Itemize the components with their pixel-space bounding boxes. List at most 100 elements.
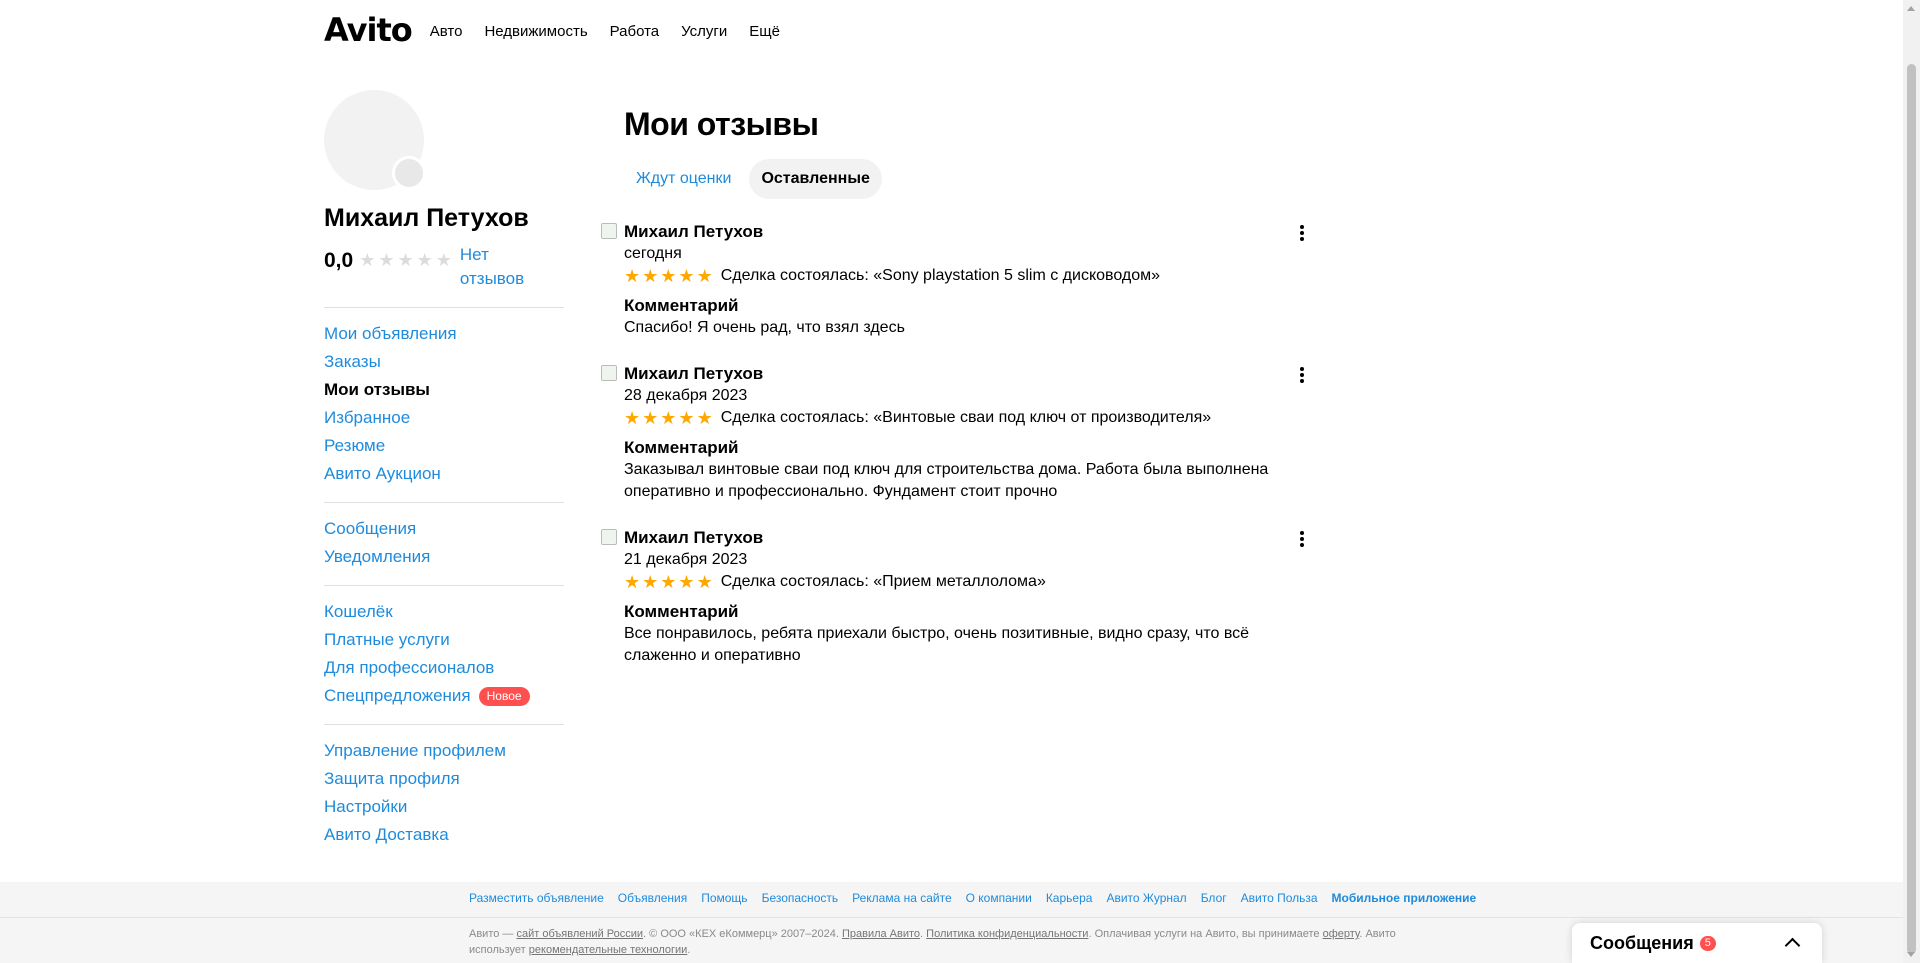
footer-link-mobile-app[interactable]: Мобильное приложение [1332,891,1477,905]
menu-group-finance: Кошелёк Платные услуги Для профессионало… [324,586,564,725]
nav-auto[interactable]: Авто [430,23,463,40]
sidebar-item-wallet[interactable]: Кошелёк [324,598,564,626]
rating-value: 0,0 [324,249,354,272]
review-deal: Сделка состоялась: «Прием металлолома» [720,573,1046,590]
main-content: Мои отзывы Ждут оценки Оставленные Михаи… [600,100,1320,667]
sidebar-item-notifications[interactable]: Уведомления [324,543,564,571]
sidebar-item-paid-services[interactable]: Платные услуги [324,626,564,654]
footer-link-benefit[interactable]: Авито Польза [1241,891,1318,905]
star-empty-icon: ★ [416,250,433,270]
sidebar-item-my-ads[interactable]: Мои объявления [324,320,564,348]
chevron-up-icon[interactable] [1784,937,1801,954]
scroll-down-icon[interactable] [1907,952,1915,957]
star-filled-icon: ★ [696,572,713,592]
sidebar-item-orders[interactable]: Заказы [324,348,564,376]
review-author[interactable]: Михаил Петухов [624,363,1320,385]
comment-label: Комментарий [624,602,739,621]
sidebar-item-messages[interactable]: Сообщения [324,515,564,543]
sidebar-item-resume[interactable]: Резюме [324,432,564,460]
star-filled-icon: ★ [642,408,659,428]
footer-link-help[interactable]: Помощь [701,891,747,905]
comment-text: Все понравилось, ребята приехали быстро,… [624,625,1250,664]
scroll-up-icon[interactable] [1907,6,1915,11]
review-date: 21 декабря 2023 [624,551,748,568]
review-tabs: Ждут оценки Оставленные [624,159,1320,199]
tab-left[interactable]: Оставленные [749,159,882,199]
sidebar-item-favorites[interactable]: Избранное [324,404,564,432]
legal-link-site[interactable]: сайт объявлений России [516,928,643,940]
messenger-widget[interactable]: Сообщения 5 [1572,923,1822,963]
nav-jobs[interactable]: Работа [610,23,660,40]
star-empty-icon: ★ [435,250,452,270]
sidebar-item-my-reviews[interactable]: Мои отзывы [324,376,564,404]
footer-link-post-ad[interactable]: Разместить объявление [469,891,604,905]
broken-image-icon [601,529,617,545]
legal-link-rules[interactable]: Правила Авито [842,928,920,940]
review-date: сегодня [624,245,682,262]
star-empty-icon: ★ [397,250,414,270]
legal-link-recommendations[interactable]: рекомендательные технологии [529,944,688,956]
more-options-icon[interactable] [1294,223,1310,243]
footer-link-advertising[interactable]: Реклама на сайте [852,891,952,905]
review-stars: ★ ★ ★ ★ ★ [624,267,713,285]
review-deal: Сделка состоялась: «Винтовые сваи под кл… [720,409,1212,426]
rating-stars: ★ ★ ★ ★ ★ [359,251,452,269]
star-filled-icon: ★ [624,408,641,428]
footer-link-journal[interactable]: Авито Журнал [1106,891,1186,905]
footer-link-career[interactable]: Карьера [1046,891,1093,905]
star-filled-icon: ★ [624,572,641,592]
review-item: Михаил Петухов 21 декабря 2023 ★ ★ ★ ★ ★… [600,527,1320,667]
review-stars: ★ ★ ★ ★ ★ [624,573,713,591]
broken-image-icon [601,365,617,381]
top-nav: Авто Недвижимость Работа Услуги Ещё [430,23,780,40]
legal-link-offer[interactable]: оферту [1323,928,1360,940]
tab-awaiting[interactable]: Ждут оценки [624,159,743,199]
header: Avito Авто Недвижимость Работа Услуги Ещ… [324,0,780,60]
footer-link-ads[interactable]: Объявления [618,891,687,905]
new-badge: Новое [478,686,530,706]
comment-text: Спасибо! Я очень рад, что взял здесь [624,319,905,336]
scrollbar[interactable] [1903,0,1920,963]
avatar-edit-badge[interactable] [392,156,426,190]
sidebar-item-pro[interactable]: Для профессионалов [324,654,564,682]
review-deal: Сделка состоялась: «Sony playstation 5 s… [720,267,1161,284]
sidebar-item-settings[interactable]: Настройки [324,793,564,821]
review-date: 28 декабря 2023 [624,387,748,404]
avito-logo[interactable]: Avito [324,11,413,49]
review-author[interactable]: Михаил Петухов [624,221,1320,243]
scrollbar-thumb[interactable] [1907,64,1916,954]
review-item: Михаил Петухов сегодня ★ ★ ★ ★ ★ Сделка … [600,221,1320,339]
no-reviews-link[interactable]: Нет отзывов [460,243,540,291]
sidebar-item-auction[interactable]: Авито Аукцион [324,460,564,488]
star-filled-icon: ★ [696,266,713,286]
rating-row: 0,0 ★ ★ ★ ★ ★ Нет отзывов [324,243,564,291]
review-author[interactable]: Михаил Петухов [624,527,1320,549]
sidebar-item-profile-management[interactable]: Управление профилем [324,737,564,765]
more-options-icon[interactable] [1294,365,1310,385]
star-empty-icon: ★ [359,250,376,270]
sidebar-item-delivery[interactable]: Авито Доставка [324,821,564,849]
star-filled-icon: ★ [678,572,695,592]
footer-link-safety[interactable]: Безопасность [762,891,839,905]
footer-link-about[interactable]: О компании [966,891,1032,905]
sidebar: Михаил Петухов 0,0 ★ ★ ★ ★ ★ Нет отзывов… [324,90,564,863]
star-filled-icon: ★ [660,572,677,592]
sidebar-item-special-offers[interactable]: Спецпредложения Новое [324,682,564,710]
avatar[interactable] [324,90,426,190]
sidebar-item-profile-protection[interactable]: Защита профиля [324,765,564,793]
profile-name[interactable]: Михаил Петухов [324,204,564,233]
star-filled-icon: ★ [678,266,695,286]
legal-link-privacy[interactable]: Политика конфиденциальности [926,928,1088,940]
footer-link-blog[interactable]: Блог [1201,891,1227,905]
menu-group-communication: Сообщения Уведомления [324,503,564,586]
nav-services[interactable]: Услуги [681,23,727,40]
nav-realty[interactable]: Недвижимость [484,23,587,40]
star-filled-icon: ★ [642,266,659,286]
nav-more[interactable]: Ещё [749,23,780,40]
page-title: Мои отзывы [624,106,819,142]
star-filled-icon: ★ [642,572,659,592]
star-filled-icon: ★ [624,266,641,286]
footer-divider [0,917,1903,918]
star-filled-icon: ★ [660,266,677,286]
more-options-icon[interactable] [1294,529,1310,549]
